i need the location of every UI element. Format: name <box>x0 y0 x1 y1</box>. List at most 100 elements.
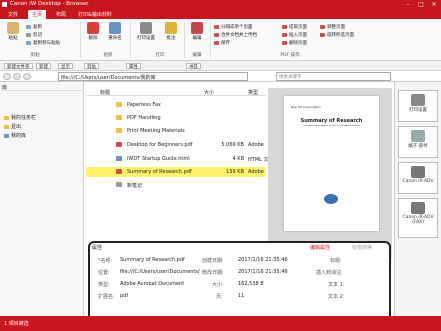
properties-panel: 属性 编辑属性 标签转换 *名称: 位置: 类型: 扩展名: Summary o… <box>88 241 391 323</box>
forward-button[interactable] <box>13 73 21 80</box>
created-value: 2017/1/16 21:35:46 <box>238 257 288 263</box>
list-item-selected[interactable]: Summary of Research.pdf 159 KB Adobe <box>86 167 266 177</box>
delete-icon <box>87 22 99 34</box>
maximize-button[interactable]: □ <box>415 1 427 8</box>
list-item[interactable]: Print Meeting Materials <box>86 126 266 136</box>
location-label: 位置: <box>98 270 110 276</box>
title-bar: Canon iW Desktop - Browser – □ ✕ <box>0 0 441 9</box>
pdf-icon <box>116 142 122 147</box>
copy-paste-icon <box>26 40 31 45</box>
cut-icon <box>26 32 31 37</box>
up-button[interactable] <box>23 73 31 80</box>
save-icon <box>214 40 219 45</box>
size-label: 大小: <box>212 282 224 288</box>
close-button[interactable]: ✕ <box>428 1 440 8</box>
doc-subtitle: The Project Development of 2016 TO RESEA… <box>303 125 360 127</box>
bookmark-button[interactable]: 书签 <box>186 63 201 70</box>
ribbon: 粘贴 复制 剪切 复制到与粘贴 剪贴 删除 重命名 组织 打印设置 批注 打印 … <box>0 19 441 61</box>
divider <box>210 22 211 58</box>
list-item[interactable]: Paperless Fax <box>86 100 266 110</box>
clip-button[interactable]: 剪贴 <box>84 63 99 70</box>
split-icon <box>214 24 219 29</box>
pages-value: 11 <box>238 293 245 299</box>
split-pages-button[interactable]: 分隔成单个页面 <box>214 24 253 30</box>
printer-icon <box>411 166 425 178</box>
edit-properties-button[interactable]: 编辑属性 <box>310 244 330 251</box>
list-item[interactable]: 新笔记 <box>86 180 266 190</box>
name-label: *名称: <box>98 258 113 264</box>
print-settings-button[interactable]: 打印设置 <box>133 22 159 41</box>
adjust-pages-button[interactable]: 调整页面 <box>320 24 345 30</box>
search-input[interactable]: 搜索关键字 <box>276 72 391 81</box>
rotate-pages-button[interactable]: 旋转所选页面 <box>320 32 354 38</box>
save-button[interactable]: 保存 <box>214 40 230 46</box>
back-button[interactable] <box>3 73 11 80</box>
extract-pages-button[interactable]: 提取页面 <box>282 24 307 30</box>
list-item[interactable]: Desktop for Beginners.pdf 5,069 KB Adobe <box>86 140 266 150</box>
copy-icon <box>26 24 31 29</box>
paste-button[interactable]: 粘贴 <box>2 22 24 41</box>
tab-home[interactable]: 主页 <box>28 10 47 19</box>
path-input[interactable]: file:///C:/Users/user/Documents/我的库 <box>58 72 248 81</box>
annotation-button[interactable]: 批注 <box>160 22 182 41</box>
doc-header: Rev. 02 Corporation <box>291 105 321 109</box>
new-button[interactable]: 新建 <box>36 63 51 70</box>
print-settings-shortcut[interactable]: 打印设置 <box>398 90 438 122</box>
insert-note-label: 插入到消注: <box>316 270 343 276</box>
insert-icon <box>282 32 287 37</box>
organize-group-label: 组织 <box>103 53 113 58</box>
clipboard-group-label: 剪贴 <box>30 53 40 58</box>
tree-header: 库 <box>2 84 82 91</box>
pdf-icon <box>116 169 122 174</box>
column-type[interactable]: 类型 <box>248 89 258 96</box>
tree-item-tasks[interactable]: 我的任务栏 <box>4 114 36 121</box>
tree-item-display[interactable]: 显出 <box>4 123 21 130</box>
folder-icon <box>4 124 9 129</box>
rename-icon <box>109 22 121 34</box>
minimize-button[interactable]: – <box>402 1 414 8</box>
library-tree: 库 我的任务栏 显出 我的库 <box>0 82 84 316</box>
annotation-icon <box>165 22 177 34</box>
cut-button[interactable]: 剪切 <box>26 32 42 38</box>
properties-button[interactable]: 属性 <box>126 63 141 70</box>
terminal-shortcut[interactable]: 端子 部件 <box>398 126 438 158</box>
list-item[interactable]: PDF Handling <box>86 113 266 123</box>
display-button[interactable]: 显示 <box>58 63 73 70</box>
copy-button[interactable]: 复制 <box>26 24 42 30</box>
folder-icon <box>4 115 9 120</box>
fax-icon <box>411 202 425 214</box>
column-name[interactable]: 标题 <box>100 89 110 96</box>
created-label: 创建日期: <box>202 258 224 264</box>
rotate-icon <box>320 32 325 37</box>
tab-layout[interactable]: 布局 <box>52 10 70 19</box>
edit-button[interactable]: 编辑 <box>186 22 208 41</box>
text1-label: 文本 1: <box>328 282 345 288</box>
library-icon <box>4 133 9 138</box>
tag-convert-button[interactable]: 标签转换 <box>352 244 372 251</box>
location-value: file:///C:/Users/user/Documents/ <box>120 269 200 275</box>
folder-icon <box>116 102 122 107</box>
ribbon-tabs: 文件 主页 布局 打印&输出材料 <box>0 9 441 19</box>
merge-icon <box>214 32 219 37</box>
tree-item-my-library[interactable]: 我的库 <box>4 132 26 139</box>
delete-button[interactable]: 删除 <box>82 22 104 41</box>
pages-label: 页: <box>216 294 223 300</box>
secondary-toolbar: 新建文件夹 新建 显示 剪贴 属性 书签 <box>0 61 441 71</box>
merge-upload-button[interactable]: 合并文档并上传档 <box>214 32 257 38</box>
canon-iradv-fax-shortcut[interactable]: Canon iR-ADV (FAX) <box>398 198 438 238</box>
edit-icon <box>191 22 203 34</box>
tab-print-output[interactable]: 打印&输出材料 <box>74 10 116 19</box>
modified-value: 2017/1/16 21:35:46 <box>238 269 288 275</box>
column-size[interactable]: 大小 <box>204 89 214 96</box>
canon-iradv-shortcut[interactable]: Canon iR-ADV <box>398 162 438 194</box>
tab-file[interactable]: 文件 <box>4 10 22 19</box>
insert-pages-button[interactable]: 插入页面 <box>282 32 307 38</box>
properties-title: 属性 <box>92 245 103 251</box>
list-item[interactable]: iWDT Startup Guide.html 4 KB HTML 文 <box>86 154 269 164</box>
divider <box>184 22 185 58</box>
rename-button[interactable]: 重命名 <box>104 22 126 41</box>
delete-pages-button[interactable]: 删除页面 <box>282 40 307 46</box>
new-folder-button[interactable]: 新建文件夹 <box>4 63 33 70</box>
copy-paste-button[interactable]: 复制到与粘贴 <box>26 40 60 46</box>
html-icon <box>116 156 122 161</box>
